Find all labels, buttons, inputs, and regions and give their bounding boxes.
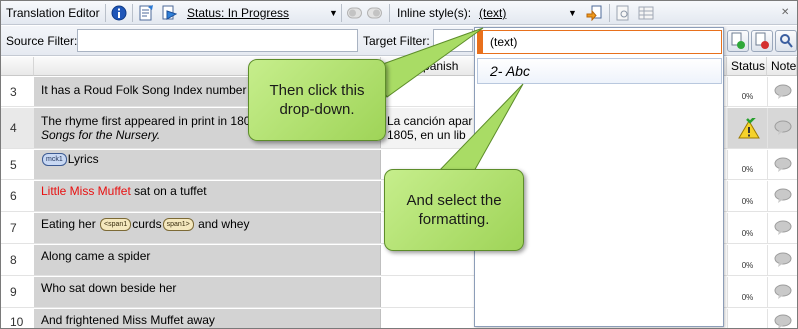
toolbar: Translation Editor Status: In Progress ▼… <box>1 1 797 25</box>
toggle-off-icon[interactable] <box>367 6 382 20</box>
source-text: and whey <box>194 217 250 231</box>
callout-select-formatting: And select the formatting. <box>384 169 524 251</box>
status-flag-icon[interactable] <box>161 5 177 21</box>
filter-options-button[interactable] <box>775 30 797 52</box>
note-bubble-icon[interactable] <box>774 314 792 329</box>
source-cell[interactable]: Eating her <span1 curds span1> and whey <box>34 213 381 243</box>
row-number: 3 <box>1 77 34 106</box>
target-filter-label: Target Filter: <box>363 34 430 48</box>
editor-title: Translation Editor <box>6 6 100 20</box>
focus-marker <box>478 31 483 53</box>
notes-cell[interactable] <box>767 181 797 211</box>
row-number: 5 <box>1 150 34 179</box>
status-cell: 0% <box>727 77 767 106</box>
callout-click-dropdown: Then click this drop-down. <box>248 59 386 141</box>
note-bubble-icon[interactable] <box>774 120 792 135</box>
filter-apply-button[interactable] <box>727 30 749 52</box>
notes-column-header[interactable]: Note <box>767 57 797 76</box>
status-cell: 0% <box>727 277 767 307</box>
toolbar-separator <box>609 4 610 22</box>
toolbar-overflow-icon[interactable]: ✕ <box>781 5 789 21</box>
filter-go-icon <box>731 32 745 49</box>
note-bubble-icon[interactable] <box>774 84 792 99</box>
toggle-off-icon[interactable] <box>347 6 362 20</box>
status-cell: 0% <box>727 245 767 275</box>
dropdown-current-value[interactable]: (text) <box>477 30 722 54</box>
inline-tag-close[interactable]: span1> <box>162 218 194 232</box>
source-cell[interactable]: Who sat down beside her <box>34 277 381 307</box>
row-number: 6 <box>1 181 34 211</box>
filter-clear-button[interactable] <box>751 30 773 52</box>
target-filter-input[interactable] <box>433 29 473 52</box>
inline-style-label: Inline style(s): <box>397 6 472 20</box>
notes-cell[interactable] <box>767 213 797 243</box>
source-cell[interactable]: Little Miss Muffet sat on a tuffet <box>34 181 381 211</box>
notes-cell[interactable] <box>767 277 797 307</box>
toolbar-separator <box>132 4 133 22</box>
search-icon <box>780 34 793 48</box>
table-icon[interactable] <box>638 5 654 21</box>
notes-cell[interactable] <box>767 309 797 329</box>
notes-cell[interactable] <box>767 77 797 106</box>
preview-icon[interactable] <box>615 5 631 21</box>
inline-tag-open[interactable]: <span1 <box>100 218 132 232</box>
source-text-red: Little Miss Muffet <box>41 184 131 198</box>
row-number-header <box>1 57 34 76</box>
status-cell <box>727 108 767 148</box>
toolbar-separator <box>341 4 342 22</box>
status-column-header[interactable]: Status <box>727 57 767 76</box>
note-bubble-icon[interactable] <box>774 157 792 172</box>
translation-editor-window: Translation Editor Status: In Progress ▼… <box>0 0 798 329</box>
source-text: curds <box>132 217 162 231</box>
source-cell[interactable]: Along came a spider <box>34 245 381 275</box>
toolbar-separator <box>105 4 106 22</box>
notes-cell[interactable] <box>767 150 797 179</box>
row-number: 8 <box>1 245 34 275</box>
inline-style-dropdown[interactable]: (text) <box>479 5 506 21</box>
source-filter-input[interactable] <box>77 29 358 52</box>
style-option-abc[interactable]: 2- Abc <box>477 58 722 84</box>
row-number: 7 <box>1 213 34 243</box>
toolbar-separator <box>389 4 390 22</box>
row-number: 9 <box>1 277 34 307</box>
row-number: 4 <box>1 108 34 148</box>
status-cell: 0% <box>727 213 767 243</box>
status-dropdown[interactable]: Status: In Progress <box>187 5 289 21</box>
status-cell <box>727 309 767 328</box>
row-number: 10 <box>1 309 34 328</box>
apply-style-icon[interactable] <box>586 5 602 21</box>
note-bubble-icon[interactable] <box>774 284 792 299</box>
status-cell: 0% <box>727 181 767 211</box>
filter-clear-icon <box>755 32 769 49</box>
chevron-down-icon[interactable]: ▼ <box>329 5 338 21</box>
source-text: sat on a tuffet <box>130 184 207 198</box>
source-cell[interactable]: And frightened Miss Muffet away <box>34 309 381 328</box>
source-filter-label: Source Filter: <box>6 34 78 48</box>
notes-cell[interactable] <box>767 245 797 275</box>
note-bubble-icon[interactable] <box>774 188 792 203</box>
info-icon[interactable] <box>111 5 127 21</box>
source-cell[interactable]: mck1 Lyrics <box>34 150 381 179</box>
chevron-down-icon[interactable]: ▼ <box>568 5 577 21</box>
source-text: Lyrics <box>67 152 99 166</box>
edit-document-icon[interactable] <box>138 5 154 21</box>
note-bubble-icon[interactable] <box>774 252 792 267</box>
warning-check-icon <box>738 118 760 139</box>
source-text: Eating her <box>41 217 100 231</box>
status-cell: 0% <box>727 150 767 179</box>
note-bubble-icon[interactable] <box>774 220 792 235</box>
inline-tag[interactable]: mck1 <box>42 153 67 167</box>
dropdown-current-text: (text) <box>490 35 518 49</box>
notes-cell[interactable] <box>767 108 797 148</box>
